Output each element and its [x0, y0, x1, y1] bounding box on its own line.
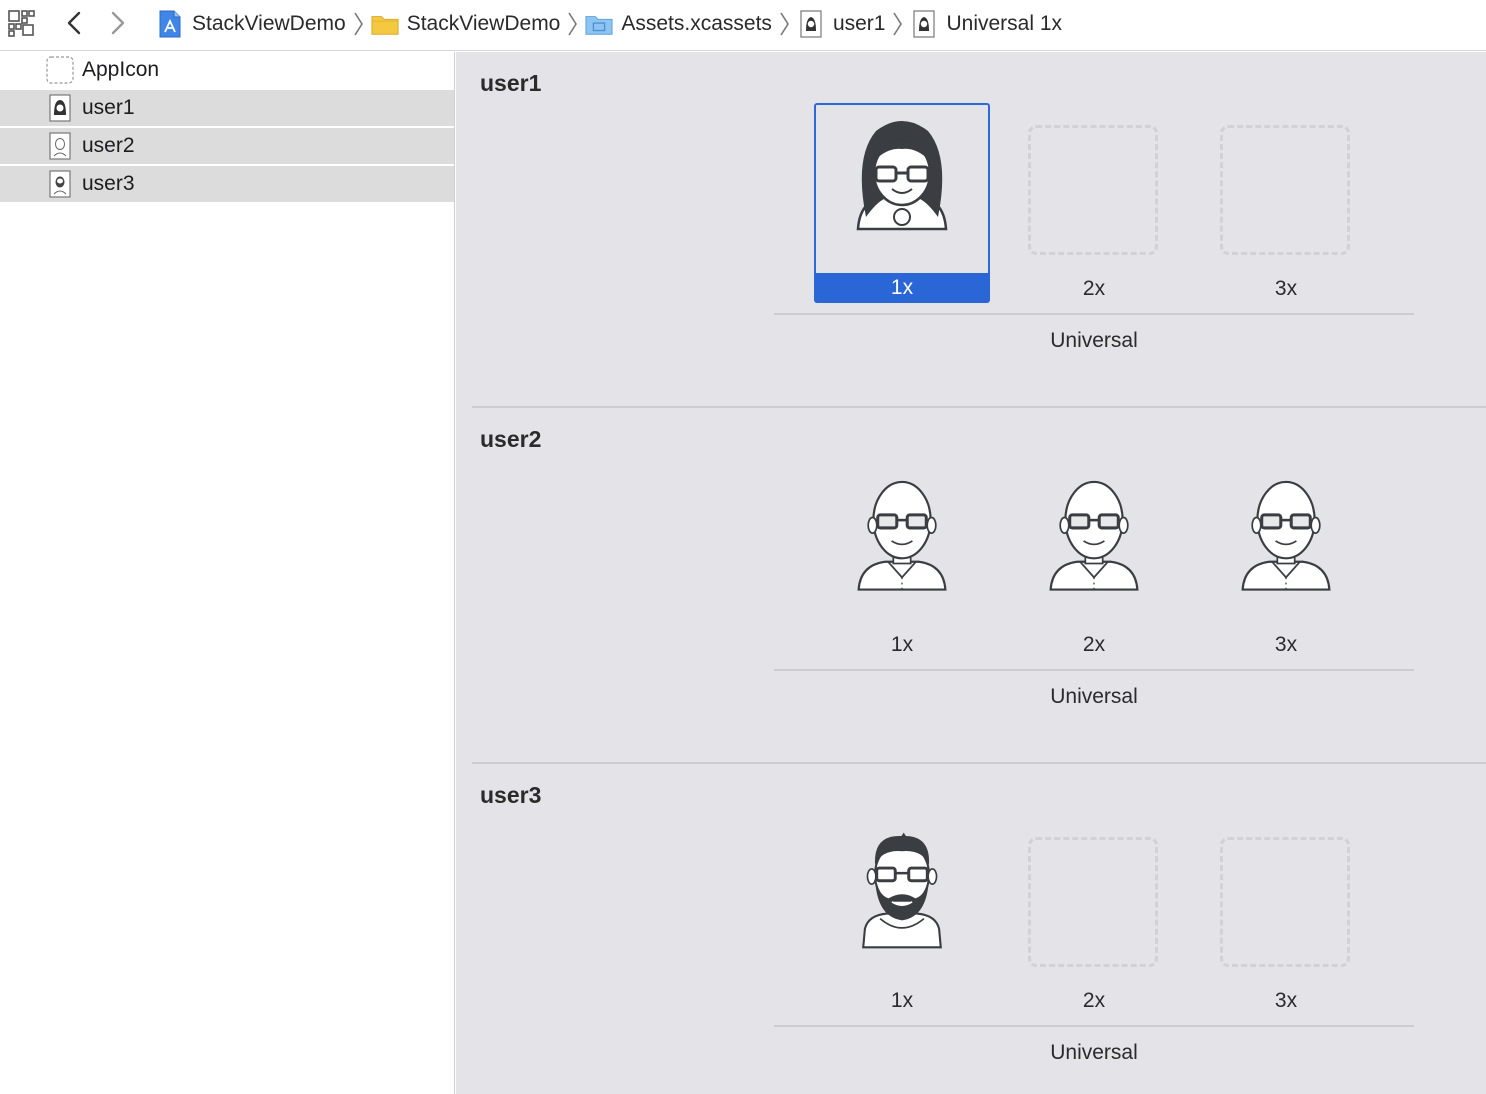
image-well[interactable] — [814, 103, 990, 273]
breadcrumb-label: Universal 1x — [946, 12, 1063, 35]
asset-catalog-canvas: user1 1x 2x 3x Universal user2 1x 2x 3x … — [456, 52, 1486, 1094]
scale-label: 3x — [1274, 989, 1298, 1012]
device-group-line — [774, 669, 1414, 671]
chevron-left-icon[interactable] — [62, 8, 86, 38]
chevron-separator-icon — [354, 12, 363, 36]
image-set-title: user1 — [480, 70, 542, 96]
device-group-label: Universal — [1050, 1041, 1138, 1064]
sidebar-item-label: user3 — [82, 172, 135, 195]
slot-1x[interactable]: 1x — [814, 103, 990, 303]
scale-label: 1x — [890, 633, 914, 656]
user1-avatar-image — [856, 119, 948, 231]
scale-label: 1x — [814, 273, 990, 303]
image-set-user3[interactable]: user3 1x 2x 3x Universal — [456, 764, 1486, 1094]
user3-avatar-image — [861, 831, 943, 949]
chevron-separator-icon — [568, 12, 578, 36]
sidebar-item-appicon[interactable]: AppIcon — [0, 52, 454, 88]
empty-image-well[interactable] — [1220, 125, 1350, 255]
image-set-icon — [49, 94, 71, 122]
user2-avatar-image — [1241, 480, 1331, 592]
xcode-project-icon — [156, 9, 184, 39]
empty-image-well[interactable] — [1028, 837, 1158, 967]
sidebar-item-label: user1 — [82, 96, 135, 119]
slot-1x[interactable]: 1x — [814, 459, 990, 659]
device-group-label: Universal — [1050, 329, 1138, 352]
breadcrumb-image-set[interactable]: user1 — [797, 9, 886, 39]
sidebar-item-label: AppIcon — [82, 58, 160, 81]
image-well[interactable] — [814, 815, 990, 985]
slot-2x[interactable]: 2x — [1006, 815, 1182, 1015]
breadcrumb-label: Assets.xcassets — [621, 12, 772, 35]
empty-image-well[interactable] — [1220, 837, 1350, 967]
empty-image-well[interactable] — [1028, 125, 1158, 255]
slot-1x[interactable]: 1x — [814, 815, 990, 1015]
scale-label: 2x — [1082, 277, 1106, 300]
device-group-label: Universal — [1050, 685, 1138, 708]
asset-list-sidebar: AppIcon user1 user2 user3 — [0, 52, 455, 1094]
image-well[interactable] — [814, 459, 990, 629]
image-set-user2[interactable]: user2 1x 2x 3x Universal — [456, 408, 1486, 764]
sidebar-item-user2[interactable]: user2 — [0, 128, 454, 164]
image-well[interactable] — [1198, 815, 1374, 985]
user2-avatar-image — [857, 480, 947, 592]
chevron-separator-icon — [893, 12, 903, 36]
user2-avatar-image — [1049, 480, 1139, 592]
slot-2x[interactable]: 2x — [1006, 103, 1182, 303]
device-group-line — [774, 1025, 1414, 1027]
image-well[interactable] — [1006, 103, 1182, 273]
breadcrumb-label: StackViewDemo — [406, 12, 561, 35]
sidebar-item-user1[interactable]: user1 — [0, 90, 454, 126]
slot-3x[interactable]: 3x — [1198, 815, 1374, 1015]
slot-3x[interactable]: 3x — [1198, 103, 1374, 303]
slot-2x[interactable]: 2x — [1006, 459, 1182, 659]
scale-label: 2x — [1082, 633, 1106, 656]
scale-label: 1x — [890, 989, 914, 1012]
folder-icon — [371, 9, 399, 39]
sidebar-item-label: user2 — [82, 134, 135, 157]
image-well[interactable] — [1198, 459, 1374, 629]
scale-label: 3x — [1274, 277, 1298, 300]
chevron-separator-icon — [780, 12, 789, 36]
breadcrumb-project[interactable]: StackViewDemo — [156, 9, 346, 39]
app-icon-placeholder-icon — [46, 56, 74, 84]
image-set-user1[interactable]: user1 1x 2x 3x Universal — [456, 52, 1486, 408]
scale-label: 3x — [1274, 633, 1298, 656]
breadcrumb-universal-1x[interactable]: Universal 1x — [910, 9, 1062, 39]
image-set-title: user3 — [480, 782, 542, 808]
image-well[interactable] — [1198, 103, 1374, 273]
chevron-right-icon[interactable] — [106, 8, 130, 38]
breadcrumb-group[interactable]: StackViewDemo — [371, 9, 561, 39]
image-set-title: user2 — [480, 426, 542, 452]
sidebar-item-user3[interactable]: user3 — [0, 166, 454, 202]
jump-bar: StackViewDemo StackViewDemo Assets.xcass… — [0, 0, 1486, 51]
slot-3x[interactable]: 3x — [1198, 459, 1374, 659]
breadcrumb-asset-catalog[interactable]: Assets.xcassets — [585, 9, 772, 39]
image-set-icon — [49, 170, 71, 198]
image-set-icon — [49, 132, 71, 160]
breadcrumb-label: user1 — [832, 12, 886, 35]
image-well[interactable] — [1006, 459, 1182, 629]
asset-catalog-icon — [585, 9, 613, 39]
breadcrumb-label: StackViewDemo — [192, 12, 346, 35]
breadcrumb: StackViewDemo StackViewDemo Assets.xcass… — [156, 0, 1062, 48]
image-set-icon — [797, 9, 825, 39]
image-well[interactable] — [1006, 815, 1182, 985]
related-items-icon[interactable] — [8, 9, 36, 37]
image-set-icon — [910, 9, 938, 39]
device-group-line — [774, 313, 1414, 315]
scale-label: 2x — [1082, 989, 1106, 1012]
